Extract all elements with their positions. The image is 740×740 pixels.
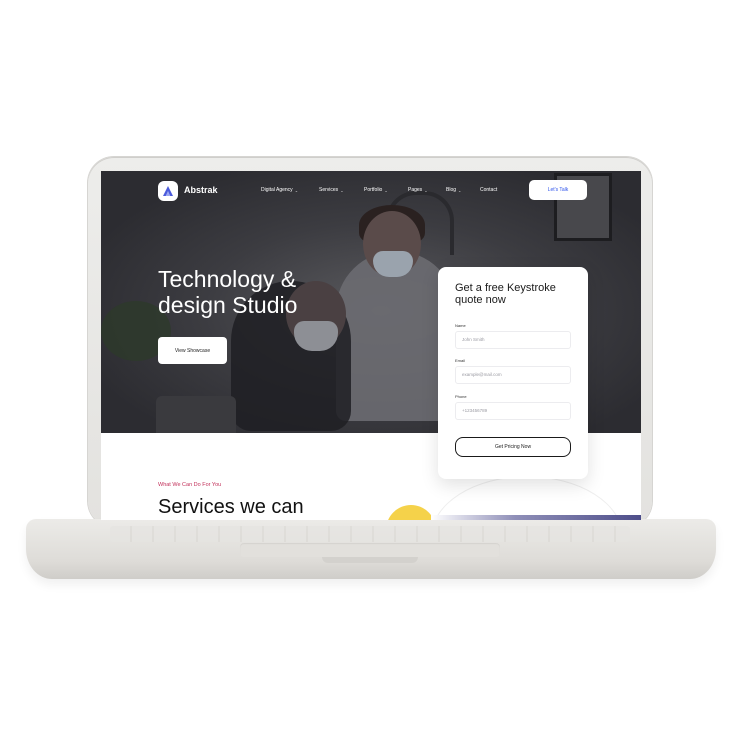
phone-label: Phone [455,394,467,399]
chevron-down-icon: ⌄ [384,187,388,193]
nav-item-label: Pages [408,187,423,193]
chevron-down-icon: ⌄ [424,187,428,193]
nav-item-services[interactable]: Services ⌄ [319,187,364,193]
nav-links: Digital Agency ⌄ Services ⌄ Portfolio ⌄ … [261,187,510,193]
laptop-screen: Abstrak Digital Agency ⌄ Services ⌄ Port… [101,171,641,520]
nav-item-label: Blog [446,187,457,193]
name-input[interactable]: John Smith [455,331,571,349]
quote-form-title: Get a free Keystroke quote now [455,282,556,306]
decorative-ring [431,476,623,520]
nav-item-label: Digital Agency [261,187,293,193]
chevron-down-icon: ⌄ [340,187,344,193]
phone-input[interactable]: +123456789 [455,402,571,420]
nav-item-label: Contact [480,187,498,193]
hero-title: Technology & design Studio [158,266,298,318]
keyboard-strip [110,526,630,542]
services-eyebrow: What We Can Do For You [158,482,222,488]
face-mask [373,251,413,277]
laptop-notch [322,557,418,563]
face-mask [294,321,338,351]
nav-item-blog[interactable]: Blog ⌄ [446,187,480,193]
email-label: Email [455,358,466,363]
nav-item-pages[interactable]: Pages ⌄ [408,187,446,193]
brand-name[interactable]: Abstrak [184,185,218,195]
nav-item-portfolio[interactable]: Portfolio ⌄ [364,187,408,193]
decorative-yellow-circle [386,505,436,520]
email-input[interactable]: example@mail.com [455,366,571,384]
nav-item-label: Services [319,187,339,193]
nav-item-digital-agency[interactable]: Digital Agency ⌄ [261,187,319,193]
nav-item-label: Portfolio [364,187,383,193]
photo-laptop [156,396,236,433]
screen-edge-reflection [431,515,641,520]
quote-form-card: Get a free Keystroke quote now Name John… [438,267,588,479]
trackpad [240,543,500,557]
name-label: Name [455,323,466,328]
services-title: Services we can [158,496,304,518]
chevron-down-icon: ⌄ [294,187,299,193]
get-pricing-button[interactable]: Get Pricing Now [455,437,571,457]
nav-item-contact[interactable]: Contact [480,187,510,193]
abstrak-logo-icon[interactable] [158,181,178,201]
chevron-down-icon: ⌄ [458,187,462,193]
view-showcase-button[interactable]: View Showcase [158,337,227,364]
lets-talk-button[interactable]: Let's Talk [529,180,587,200]
top-navigation: Abstrak Digital Agency ⌄ Services ⌄ Port… [101,171,641,213]
